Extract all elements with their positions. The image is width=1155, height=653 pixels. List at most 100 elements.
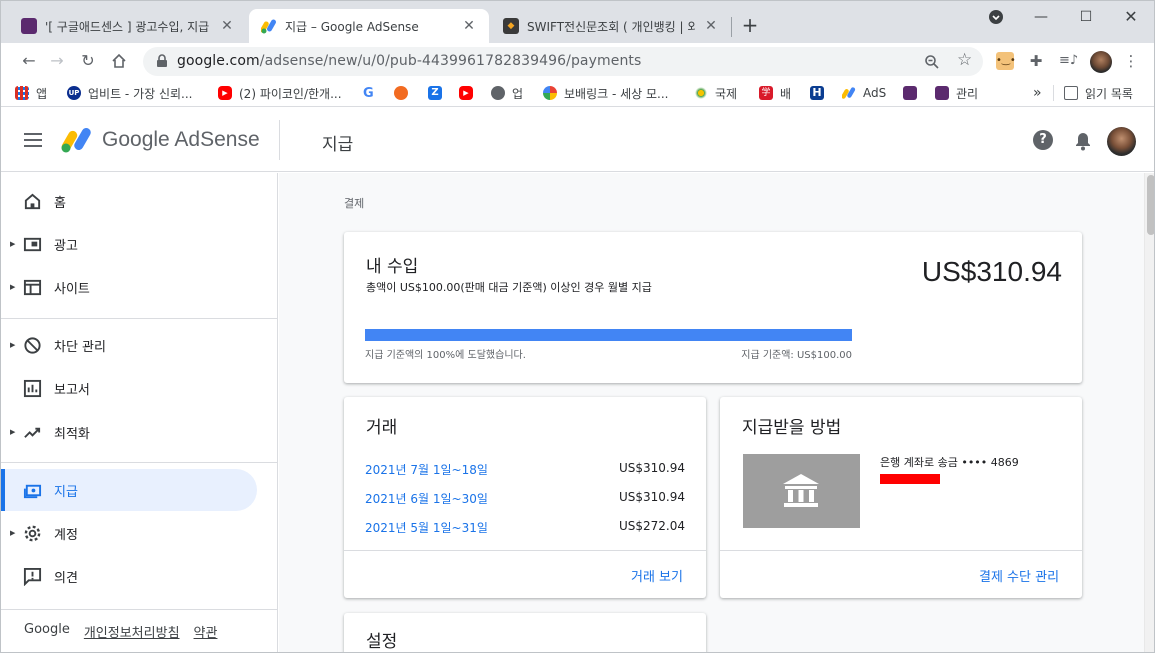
earnings-subtitle: 총액이 US$100.00(판매 대금 기준액) 이상인 경우 월별 지급	[366, 281, 652, 294]
sidebar-item-payments[interactable]: 지급	[1, 469, 257, 511]
reading-list[interactable]: 읽기 목록	[1064, 84, 1133, 102]
new-tab-button[interactable]: +	[739, 14, 761, 36]
terms-link[interactable]: 약관	[194, 622, 218, 641]
bookmark-google[interactable]: G	[363, 84, 374, 102]
transaction-date-link[interactable]: 2021년 5월 1일~31일	[365, 519, 488, 536]
view-transactions-link[interactable]: 거래 보기	[631, 566, 683, 585]
blog-icon	[935, 86, 949, 100]
gear-icon	[24, 525, 41, 541]
sidebar-item-label: 차단 관리	[54, 339, 106, 355]
bookmark-blogger[interactable]	[394, 84, 415, 102]
threshold-text: 지급 기준액: US$100.00	[741, 350, 852, 361]
notifications-bell-icon[interactable]	[1074, 131, 1092, 151]
bookmark-h[interactable]: H	[810, 84, 831, 102]
tab-blog[interactable]: '[ 구글애드센스 ] 광고수입, 지급 ✕	[9, 9, 247, 43]
sidebar-item-home[interactable]: 홈	[1, 180, 257, 222]
card-divider	[720, 550, 1082, 551]
bookmarks-bar: 앱 UP 업비트 - 가장 신뢰... ▶ (2) 파이코인/한개... G Z…	[1, 79, 1154, 107]
scrollbar[interactable]	[1144, 173, 1154, 652]
reload-icon[interactable]: ↻	[78, 51, 98, 71]
bookmark-purple[interactable]	[903, 84, 924, 102]
tab-search-icon[interactable]	[986, 7, 1006, 27]
url-path: /adsense/new/u/0/pub-4439961782839496/pa…	[259, 53, 642, 69]
bookmark-apps[interactable]: 앱	[15, 84, 47, 102]
footer-google: Google	[24, 622, 70, 637]
breadcrumb: 결제	[344, 197, 365, 210]
globe-icon	[491, 86, 505, 100]
payment-progress-bar	[365, 329, 852, 341]
bookmark-manage[interactable]: 관리	[935, 84, 978, 102]
sites-icon	[23, 279, 42, 295]
blog-favicon-icon	[21, 18, 37, 34]
home-icon[interactable]	[109, 51, 129, 71]
expand-arrow-icon: ▶	[10, 240, 16, 248]
brand-name: Google AdSense	[102, 128, 260, 151]
browser-toolbar: ← → ↻ google.com/adsense/new/u/0/pub-443…	[1, 43, 1154, 79]
close-icon[interactable]: ✕	[703, 18, 719, 34]
menu-icon[interactable]	[24, 133, 42, 147]
sidebar-item-optimization[interactable]: ▶ 최적화	[1, 411, 257, 453]
scrollbar-thumb[interactable]	[1147, 175, 1154, 235]
earnings-title: 내 수입	[366, 257, 419, 277]
apps-grid-icon	[15, 86, 29, 100]
bookmark-upbit[interactable]: UP 업비트 - 가장 신뢰...	[67, 84, 193, 102]
address-bar[interactable]: google.com/adsense/new/u/0/pub-443996178…	[143, 47, 983, 76]
bookmark-international[interactable]: 국제	[694, 84, 737, 102]
tab-title: '[ 구글애드센스 ] 광고수입, 지급	[45, 19, 210, 34]
forward-icon[interactable]: →	[47, 51, 67, 71]
youtube-icon: ▶	[218, 86, 232, 100]
active-indicator	[1, 469, 5, 511]
transaction-date-link[interactable]: 2021년 6월 1일~30일	[365, 490, 488, 507]
star-icon[interactable]: ☆	[957, 50, 972, 70]
block-icon	[24, 336, 41, 354]
tab-adsense[interactable]: 지급 – Google AdSense ✕	[249, 9, 489, 43]
sidebar-item-ads[interactable]: ▶ 광고	[1, 223, 257, 265]
hanja-icon: 学	[759, 86, 773, 100]
bookmark-up[interactable]: 업	[491, 84, 523, 102]
blogger-icon	[394, 86, 408, 100]
lock-icon	[157, 54, 167, 67]
sidebar-item-reports[interactable]: 보고서	[1, 367, 257, 409]
bookmark-ads[interactable]: AdS	[841, 84, 886, 102]
privacy-link[interactable]: 개인정보처리방침	[84, 622, 180, 641]
media-control-icon[interactable]: ≡♪	[1059, 52, 1078, 70]
reading-list-icon	[1064, 86, 1078, 100]
bookmark-bobae[interactable]: 보배링크 - 세상 모...	[543, 84, 669, 102]
sun-icon	[694, 86, 708, 100]
sidebar-item-account[interactable]: ▶ 계정	[1, 512, 257, 554]
bank-account-text: 은행 계좌로 송금 •••• 4869	[880, 456, 1019, 469]
close-icon[interactable]: ✕	[461, 18, 477, 34]
manage-payment-methods-link[interactable]: 결제 수단 관리	[979, 566, 1059, 585]
back-icon[interactable]: ←	[19, 51, 39, 71]
bookmark-label: 업	[512, 86, 524, 101]
payment-method-card: 지급받을 방법 은행 계좌로 송금 •••• 4869 결제 수단 관리	[720, 397, 1082, 598]
window-close-icon[interactable]: ✕	[1121, 7, 1141, 27]
close-icon[interactable]: ✕	[219, 18, 235, 34]
minimize-icon[interactable]: —	[1031, 7, 1051, 27]
sidebar-item-sites[interactable]: ▶ 사이트	[1, 266, 257, 308]
bookmark-bae[interactable]: 学 배	[759, 84, 791, 102]
expand-arrow-icon: ▶	[10, 283, 16, 291]
tab-swift[interactable]: ◆ SWIFT전신문조회 ( 개인뱅킹 | 외 ✕	[491, 9, 731, 43]
account-avatar[interactable]	[1107, 127, 1136, 156]
maximize-icon[interactable]: ☐	[1076, 7, 1096, 27]
extensions-puzzle-icon[interactable]: ✚	[1027, 52, 1045, 70]
bookmark-youtube[interactable]: ▶ (2) 파이코인/한개...	[218, 84, 342, 102]
bookmark-label: 관리	[956, 86, 979, 101]
more-menu-icon[interactable]: ⋮	[1122, 52, 1140, 70]
bookmark-youtube-2[interactable]: ▶	[459, 84, 480, 102]
zoom-icon[interactable]	[924, 52, 940, 74]
bookmark-z[interactable]: Z	[428, 84, 449, 102]
earnings-amount: US$310.94	[921, 256, 1062, 287]
url-host: google.com	[177, 53, 260, 69]
sidebar-item-feedback[interactable]: 의견	[1, 555, 257, 597]
transaction-date-link[interactable]: 2021년 7월 1일~18일	[365, 461, 488, 478]
earnings-card: 내 수입 총액이 US$100.00(판매 대금 기준액) 이상인 경우 월별 …	[344, 232, 1082, 383]
youtube-icon: ▶	[459, 86, 473, 100]
profile-avatar[interactable]	[1090, 51, 1112, 73]
help-icon[interactable]: ?	[1033, 130, 1053, 150]
sidebar-item-blocking[interactable]: ▶ 차단 관리	[1, 324, 257, 366]
bookmarks-overflow[interactable]: »	[1033, 84, 1042, 102]
bookmark-label: 보배링크 - 세상 모...	[564, 86, 669, 101]
extension-cat-icon[interactable]: •‿•	[996, 52, 1016, 70]
